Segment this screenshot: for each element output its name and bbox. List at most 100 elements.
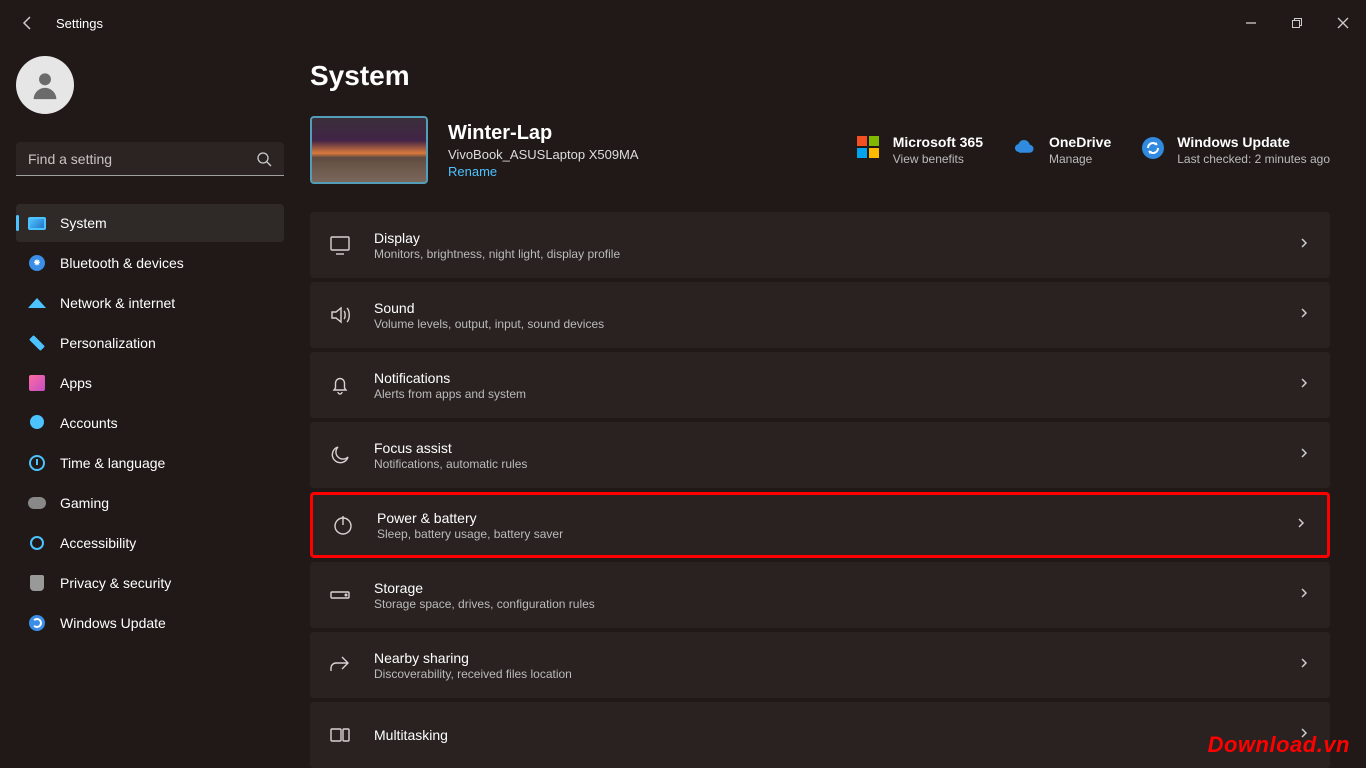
setting-title: Multitasking bbox=[374, 727, 448, 743]
service-sub: Last checked: 2 minutes ago bbox=[1177, 152, 1330, 166]
service-sub: Manage bbox=[1049, 152, 1111, 166]
sidebar-item-label: Apps bbox=[60, 375, 92, 391]
setting-sub: Sleep, battery usage, battery saver bbox=[377, 527, 563, 541]
app-title: Settings bbox=[56, 16, 103, 31]
setting-notifications[interactable]: Notifications Alerts from apps and syste… bbox=[310, 352, 1330, 418]
sidebar-item-system[interactable]: System bbox=[16, 204, 284, 242]
setting-sound[interactable]: Sound Volume levels, output, input, soun… bbox=[310, 282, 1330, 348]
search-input[interactable] bbox=[28, 151, 256, 167]
window-controls bbox=[1228, 7, 1366, 39]
service-group: Microsoft 365 View benefits OneDrive Man… bbox=[857, 134, 1330, 166]
share-icon bbox=[328, 653, 352, 677]
watermark: Download.vn bbox=[1208, 732, 1350, 758]
bluetooth-icon: ⁕ bbox=[28, 254, 46, 272]
chevron-right-icon bbox=[1298, 236, 1310, 254]
close-button[interactable] bbox=[1320, 7, 1366, 39]
setting-storage[interactable]: Storage Storage space, drives, configura… bbox=[310, 562, 1330, 628]
sidebar-item-label: Accounts bbox=[60, 415, 118, 431]
device-name: Winter-Lap bbox=[448, 122, 639, 145]
setting-sub: Storage space, drives, configuration rul… bbox=[374, 597, 595, 611]
update-icon bbox=[1141, 136, 1165, 160]
gamepad-icon bbox=[28, 494, 46, 512]
service-windows-update[interactable]: Windows Update Last checked: 2 minutes a… bbox=[1141, 134, 1330, 166]
storage-icon bbox=[328, 583, 352, 607]
monitor-icon bbox=[28, 214, 46, 232]
wifi-icon bbox=[28, 294, 46, 312]
sidebar-item-accessibility[interactable]: Accessibility bbox=[16, 524, 284, 562]
device-model: VivoBook_ASUSLaptop X509MA bbox=[448, 147, 639, 162]
sidebar-item-label: Windows Update bbox=[60, 615, 166, 631]
titlebar: Settings bbox=[0, 0, 1366, 46]
setting-title: Display bbox=[374, 230, 620, 246]
service-sub: View benefits bbox=[893, 152, 983, 166]
power-icon bbox=[331, 513, 355, 537]
moon-icon bbox=[328, 443, 352, 467]
setting-title: Focus assist bbox=[374, 440, 527, 456]
accessibility-icon bbox=[28, 534, 46, 552]
page-title: System bbox=[310, 60, 1330, 92]
minimize-button[interactable] bbox=[1228, 7, 1274, 39]
device-info: Winter-Lap VivoBook_ASUSLaptop X509MA Re… bbox=[448, 122, 639, 179]
setting-title: Power & battery bbox=[377, 510, 563, 526]
chevron-right-icon bbox=[1298, 376, 1310, 394]
service-title: OneDrive bbox=[1049, 134, 1111, 150]
service-title: Windows Update bbox=[1177, 134, 1330, 150]
apps-icon bbox=[28, 374, 46, 392]
sidebar-item-label: Time & language bbox=[60, 455, 165, 471]
sidebar-item-privacy[interactable]: Privacy & security bbox=[16, 564, 284, 602]
sidebar-item-personalization[interactable]: Personalization bbox=[16, 324, 284, 362]
onedrive-icon bbox=[1013, 136, 1037, 160]
multitasking-icon bbox=[328, 723, 352, 747]
microsoft-logo-icon bbox=[857, 136, 881, 160]
sidebar-item-label: Privacy & security bbox=[60, 575, 171, 591]
sound-icon bbox=[328, 303, 352, 327]
main-content: System Winter-Lap VivoBook_ASUSLaptop X5… bbox=[300, 46, 1366, 768]
service-microsoft365[interactable]: Microsoft 365 View benefits bbox=[857, 134, 983, 166]
sidebar-item-time[interactable]: Time & language bbox=[16, 444, 284, 482]
back-button[interactable] bbox=[12, 7, 44, 39]
service-onedrive[interactable]: OneDrive Manage bbox=[1013, 134, 1111, 166]
setting-display[interactable]: Display Monitors, brightness, night ligh… bbox=[310, 212, 1330, 278]
setting-nearby-sharing[interactable]: Nearby sharing Discoverability, received… bbox=[310, 632, 1330, 698]
search-box[interactable] bbox=[16, 142, 284, 176]
sidebar-item-label: Accessibility bbox=[60, 535, 136, 551]
setting-multitasking[interactable]: Multitasking bbox=[310, 702, 1330, 768]
setting-title: Sound bbox=[374, 300, 604, 316]
sidebar-item-apps[interactable]: Apps bbox=[16, 364, 284, 402]
person-icon bbox=[28, 414, 46, 432]
brush-icon bbox=[28, 334, 46, 352]
update-icon bbox=[28, 614, 46, 632]
maximize-button[interactable] bbox=[1274, 7, 1320, 39]
sidebar-item-gaming[interactable]: Gaming bbox=[16, 484, 284, 522]
sidebar-item-label: Network & internet bbox=[60, 295, 175, 311]
shield-icon bbox=[28, 574, 46, 592]
chevron-right-icon bbox=[1298, 656, 1310, 674]
chevron-right-icon bbox=[1295, 516, 1307, 534]
chevron-right-icon bbox=[1298, 586, 1310, 604]
rename-link[interactable]: Rename bbox=[448, 164, 639, 179]
search-icon bbox=[256, 151, 272, 167]
sidebar-item-bluetooth[interactable]: ⁕ Bluetooth & devices bbox=[16, 244, 284, 282]
setting-title: Nearby sharing bbox=[374, 650, 572, 666]
device-thumbnail[interactable] bbox=[310, 116, 428, 184]
clock-icon bbox=[28, 454, 46, 472]
sidebar-item-accounts[interactable]: Accounts bbox=[16, 404, 284, 442]
avatar[interactable] bbox=[16, 56, 74, 114]
setting-title: Storage bbox=[374, 580, 595, 596]
setting-focus-assist[interactable]: Focus assist Notifications, automatic ru… bbox=[310, 422, 1330, 488]
device-row: Winter-Lap VivoBook_ASUSLaptop X509MA Re… bbox=[310, 116, 1330, 184]
setting-sub: Volume levels, output, input, sound devi… bbox=[374, 317, 604, 331]
sidebar-item-label: Gaming bbox=[60, 495, 109, 511]
chevron-right-icon bbox=[1298, 306, 1310, 324]
setting-sub: Discoverability, received files location bbox=[374, 667, 572, 681]
setting-sub: Alerts from apps and system bbox=[374, 387, 526, 401]
sidebar: System ⁕ Bluetooth & devices Network & i… bbox=[0, 46, 300, 768]
setting-sub: Notifications, automatic rules bbox=[374, 457, 527, 471]
sidebar-item-windows-update[interactable]: Windows Update bbox=[16, 604, 284, 642]
monitor-icon bbox=[328, 233, 352, 257]
sidebar-item-label: Personalization bbox=[60, 335, 156, 351]
sidebar-item-network[interactable]: Network & internet bbox=[16, 284, 284, 322]
service-title: Microsoft 365 bbox=[893, 134, 983, 150]
setting-power-battery[interactable]: Power & battery Sleep, battery usage, ba… bbox=[310, 492, 1330, 558]
chevron-right-icon bbox=[1298, 446, 1310, 464]
